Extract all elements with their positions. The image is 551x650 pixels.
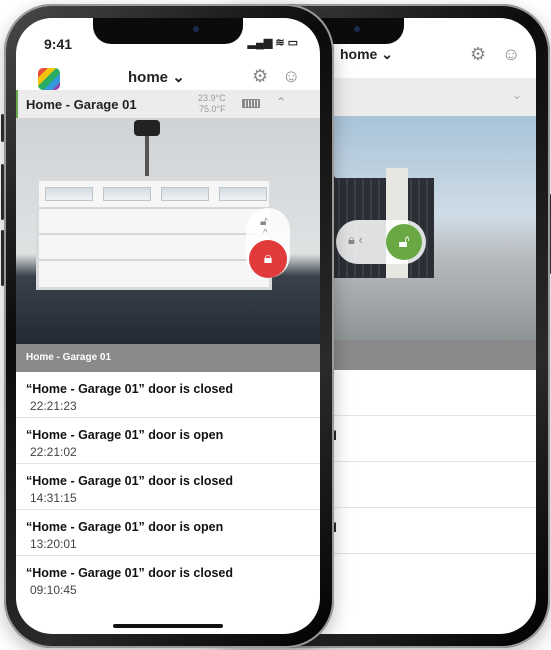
event-title: “Home - Garage 01” door is closed (26, 474, 234, 488)
lock-toggle[interactable]: 🔓︎ ^ 🔒︎ (246, 208, 290, 278)
door-window (161, 187, 209, 201)
door-window (45, 187, 93, 201)
unlock-icon[interactable]: 🔓︎ (260, 214, 268, 229)
event-title: “Home - Garage 01” door is closed (26, 382, 234, 396)
app-logo[interactable] (38, 68, 60, 90)
door-window (219, 187, 267, 201)
door-panel-line (39, 259, 269, 261)
garage-camera-image: 🔓︎ ^ 🔒︎ (16, 118, 320, 344)
list-item[interactable]: “Home - Garage 01” door is closed 14:31:… (16, 464, 320, 510)
lock-icon: 🔒︎ ‹ (348, 232, 363, 247)
door-window (103, 187, 151, 201)
volume-up-button (1, 164, 4, 220)
event-list: “Home - Garage 01” door is closed 22:21:… (16, 372, 320, 602)
home-selector[interactable]: home ⌄ (340, 46, 393, 63)
garage-opener (134, 120, 160, 136)
user-icon[interactable]: ☺ (502, 44, 520, 65)
clock: 9:41 (44, 36, 73, 52)
front-screen: 9:41 ▂▄▆ ≋ ▭ home ⌄ ⚙ ☺ Home - Garage 01… (16, 18, 320, 634)
status-icons: ▂▄▆ ≋ ▭ (247, 37, 298, 49)
lock-toggle[interactable]: 🔒︎ ‹ 🔓︎ (336, 220, 426, 264)
door-panel-line (39, 233, 269, 235)
user-icon[interactable]: ☺ (282, 66, 300, 87)
chevron-up-icon: ^ (263, 228, 268, 239)
list-item[interactable]: “Home - Garage 01” door is open 22:21:02 (16, 418, 320, 464)
chevron-down-icon: ⌄ (172, 69, 185, 86)
list-item[interactable]: “Home - Garage 01” door is closed 09:10:… (16, 556, 320, 602)
mute-switch (1, 114, 4, 142)
gear-icon[interactable]: ⚙ (252, 66, 268, 87)
device-name: Home - Garage 01 (26, 97, 137, 112)
event-time: 22:21:02 (30, 445, 77, 459)
gear-icon[interactable]: ⚙ (470, 44, 486, 65)
chevron-up-icon[interactable]: ⌃ (276, 95, 286, 109)
temperature-fahrenheit: 75.0°F (199, 104, 226, 114)
door-panel-line (39, 207, 269, 209)
chevron-down-icon: ⌄ (381, 46, 393, 62)
battery-icon (242, 99, 260, 108)
event-title: “Home - Garage 01” door is open (26, 520, 224, 534)
event-time: 22:21:23 (30, 399, 77, 413)
event-title: “Home - Garage 01” door is open (26, 428, 224, 442)
garage-door (36, 178, 272, 290)
list-item[interactable]: “Home - Garage 01” door is closed 22:21:… (16, 372, 320, 418)
device-bar[interactable]: Home - Garage 01 23.9°C 75.0°F ⌃ (16, 90, 320, 118)
camera-dot (354, 26, 360, 32)
volume-down-button (1, 230, 4, 286)
unlock-icon[interactable]: 🔓︎ (386, 224, 422, 260)
event-title: “Home - Garage 01” door is closed (26, 566, 234, 580)
list-item[interactable]: “Home - Garage 01” door is open 13:20:01 (16, 510, 320, 556)
home-selector[interactable]: home ⌄ (128, 68, 185, 86)
status-bar: 9:41 ▂▄▆ ≋ ▭ (16, 28, 320, 52)
event-time: 14:31:15 (30, 491, 77, 505)
event-time: 09:10:45 (30, 583, 77, 597)
home-indicator[interactable] (113, 624, 223, 628)
temperature-readout: 23.9°C 75.0°F (198, 93, 226, 115)
image-caption: Home - Garage 01 (16, 344, 320, 372)
home-label: home (340, 46, 378, 62)
lock-icon[interactable]: 🔒︎ (249, 240, 287, 278)
home-label: home (128, 69, 169, 86)
event-time: 13:20:01 (30, 537, 77, 551)
temperature-celsius: 23.9°C (198, 93, 226, 103)
opener-rail (145, 136, 149, 176)
front-phone: 9:41 ▂▄▆ ≋ ▭ home ⌄ ⚙ ☺ Home - Garage 01… (1, 4, 334, 648)
chevron-down-icon[interactable]: ⌄ (512, 88, 522, 102)
